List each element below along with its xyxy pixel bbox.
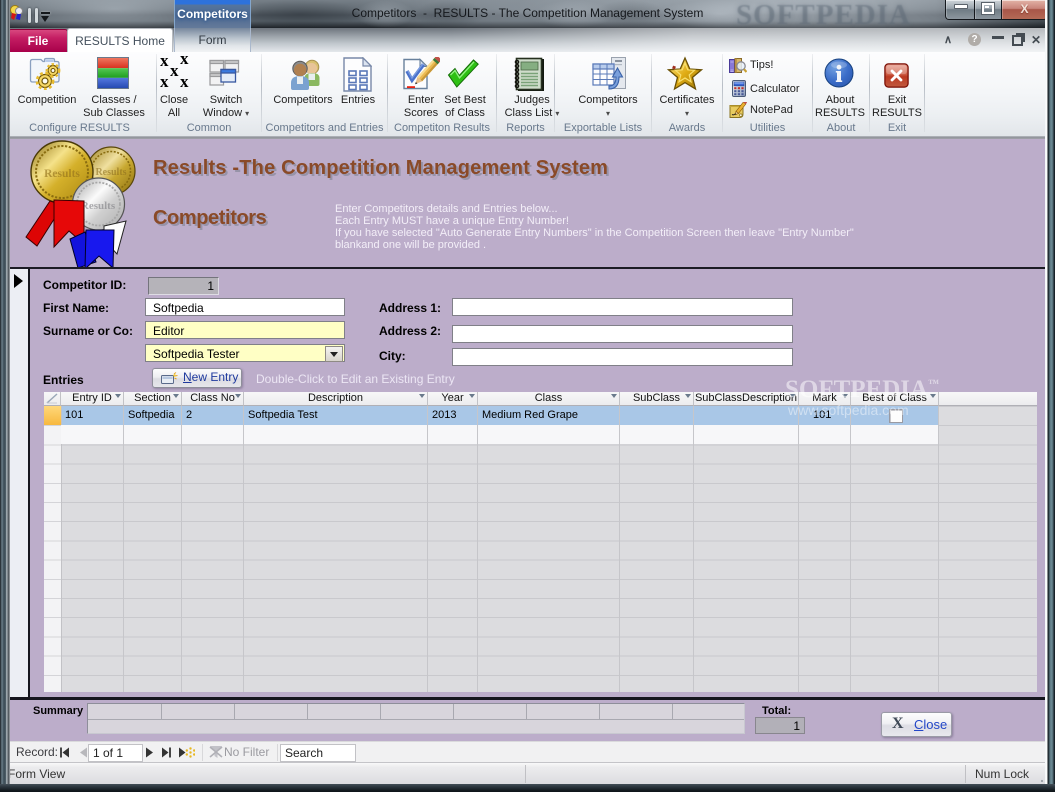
svg-text:Results: Results bbox=[44, 168, 80, 180]
svg-text:Results: Results bbox=[81, 200, 116, 212]
svg-text:Results: Results bbox=[95, 167, 126, 178]
